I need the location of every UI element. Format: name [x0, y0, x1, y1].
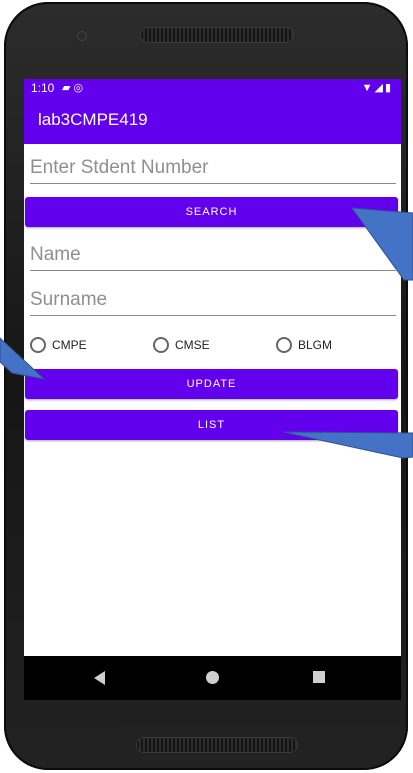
wifi-icon: ▼ [361, 82, 375, 94]
radio-circle-icon [276, 337, 292, 353]
app-bar: lab3CMPE419 [24, 98, 401, 144]
home-icon[interactable] [206, 671, 219, 684]
search-button[interactable]: SEARCH [25, 197, 398, 227]
radio-label: CMSE [175, 338, 210, 352]
list-button[interactable]: LIST [25, 410, 398, 440]
bottom-speaker [137, 738, 297, 752]
battery-icon: ▮ [384, 82, 393, 94]
recents-icon[interactable] [313, 671, 325, 683]
navigation-bar [24, 656, 401, 700]
status-time: 1:10 [31, 81, 55, 95]
radio-cmse[interactable]: CMSE [153, 334, 210, 356]
department-radio-group: CMPE CMSE BLGM [30, 334, 396, 356]
radio-blgm[interactable]: BLGM [276, 334, 332, 356]
signal-icon: ◢ [374, 82, 385, 94]
back-icon[interactable] [94, 671, 105, 685]
front-camera [78, 32, 86, 40]
at-sign-icon: ◎ [73, 82, 87, 94]
sim-card-icon: ▰ [62, 82, 74, 94]
student-number-input[interactable]: Enter Stdent Number [30, 153, 396, 184]
radio-circle-icon [153, 337, 169, 353]
status-bar: 1:10 ▰◎ ▼◢▮ [24, 79, 401, 98]
status-left-icons: ▰◎ [62, 81, 86, 94]
radio-label: BLGM [298, 338, 333, 352]
surname-input[interactable]: Surname [30, 285, 396, 316]
top-speaker [141, 28, 293, 42]
name-input[interactable]: Name [30, 240, 396, 271]
radio-circle-icon [30, 337, 46, 353]
phone-screen: 1:10 ▰◎ ▼◢▮ lab3CMPE419 Enter Stdent Num… [24, 79, 401, 700]
update-button[interactable]: UPDATE [25, 369, 398, 399]
app-title: lab3CMPE419 [38, 110, 148, 129]
radio-label: CMPE [52, 338, 87, 352]
radio-cmpe[interactable]: CMPE [30, 334, 87, 356]
status-right-icons: ▼◢▮ [362, 81, 393, 94]
